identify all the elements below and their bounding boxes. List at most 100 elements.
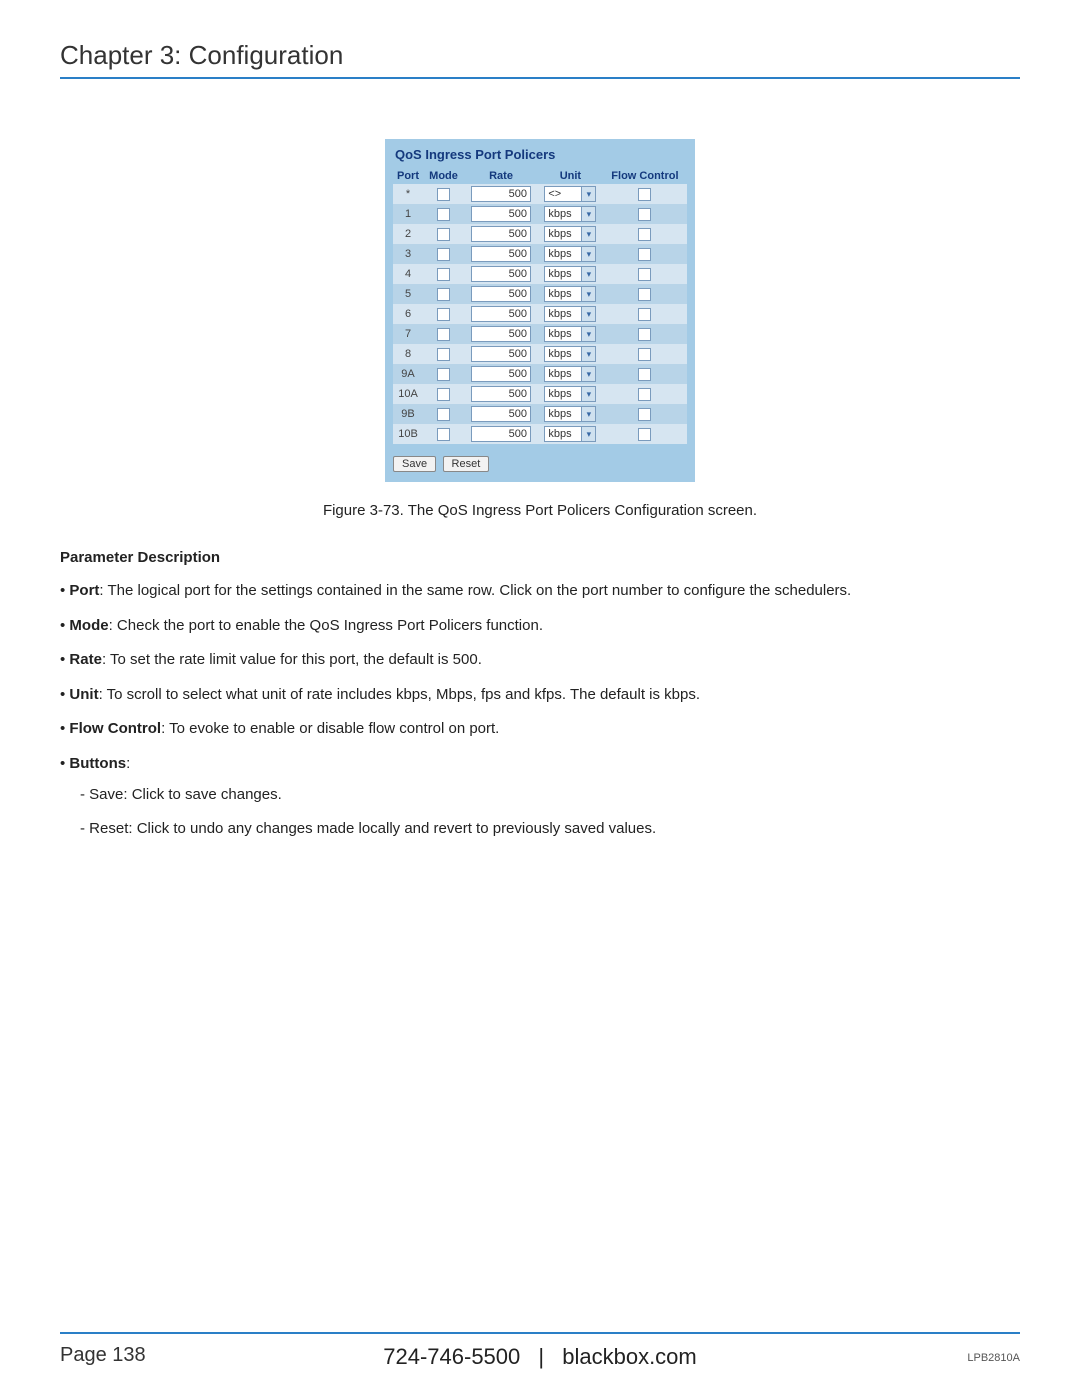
flowcontrol-checkbox[interactable]: [638, 268, 651, 281]
port-cell[interactable]: 7: [393, 324, 423, 344]
rate-input[interactable]: 500: [471, 346, 531, 362]
flowcontrol-checkbox[interactable]: [638, 308, 651, 321]
mode-checkbox[interactable]: [437, 388, 450, 401]
mode-checkbox[interactable]: [437, 428, 450, 441]
rate-input[interactable]: 500: [471, 426, 531, 442]
flowcontrol-checkbox[interactable]: [638, 228, 651, 241]
rate-input[interactable]: 500: [471, 266, 531, 282]
mode-checkbox[interactable]: [437, 268, 450, 281]
chapter-title: Chapter 3: Configuration: [60, 40, 1020, 71]
port-cell[interactable]: 5: [393, 284, 423, 304]
flowcontrol-checkbox[interactable]: [638, 388, 651, 401]
rate-input[interactable]: 500: [471, 306, 531, 322]
save-button[interactable]: Save: [393, 456, 436, 472]
flowcontrol-cell: [603, 204, 687, 224]
rate-input[interactable]: 500: [471, 326, 531, 342]
port-cell[interactable]: 6: [393, 304, 423, 324]
mode-checkbox[interactable]: [437, 368, 450, 381]
flowcontrol-checkbox[interactable]: [638, 248, 651, 261]
flowcontrol-cell: [603, 424, 687, 444]
qos-screenshot: QoS Ingress Port Policers Port Mode Rate…: [385, 139, 695, 482]
table-row: 5 500 kbps▾: [393, 284, 687, 304]
rate-input[interactable]: 500: [471, 186, 531, 202]
chevron-down-icon: ▾: [581, 407, 595, 421]
unit-select[interactable]: kbps▾: [544, 246, 596, 262]
unit-select[interactable]: kbps▾: [544, 406, 596, 422]
rate-input[interactable]: 500: [471, 406, 531, 422]
flowcontrol-checkbox[interactable]: [638, 288, 651, 301]
col-mode: Mode: [423, 168, 464, 184]
unit-cell: kbps▾: [538, 364, 603, 384]
unit-select[interactable]: kbps▾: [544, 226, 596, 242]
port-cell[interactable]: 1: [393, 204, 423, 224]
unit-select[interactable]: kbps▾: [544, 266, 596, 282]
port-cell[interactable]: 3: [393, 244, 423, 264]
mode-checkbox[interactable]: [437, 188, 450, 201]
chevron-down-icon: ▾: [581, 187, 595, 201]
rate-input[interactable]: 500: [471, 386, 531, 402]
buttons-sublist: Save: Click to save changes.Reset: Click…: [60, 783, 1020, 841]
flowcontrol-checkbox[interactable]: [638, 428, 651, 441]
rate-input[interactable]: 500: [471, 246, 531, 262]
table-row: 1 500 kbps▾: [393, 204, 687, 224]
mode-checkbox[interactable]: [437, 248, 450, 261]
unit-select[interactable]: kbps▾: [544, 346, 596, 362]
param-label: Flow Control: [69, 720, 161, 737]
unit-select[interactable]: kbps▾: [544, 306, 596, 322]
unit-select[interactable]: kbps▾: [544, 286, 596, 302]
unit-cell: kbps▾: [538, 224, 603, 244]
unit-select[interactable]: kbps▾: [544, 206, 596, 222]
sublist-item: Reset: Click to undo any changes made lo…: [80, 817, 1020, 841]
rate-cell: 500: [464, 224, 538, 244]
port-cell[interactable]: 4: [393, 264, 423, 284]
table-row: 3 500 kbps▾: [393, 244, 687, 264]
footer-phone: 724-746-5500: [383, 1344, 520, 1369]
flowcontrol-checkbox[interactable]: [638, 408, 651, 421]
param-item: Flow Control: To evoke to enable or disa…: [60, 718, 1020, 741]
mode-checkbox[interactable]: [437, 288, 450, 301]
unit-cell: kbps▾: [538, 424, 603, 444]
unit-select[interactable]: kbps▾: [544, 386, 596, 402]
chevron-down-icon: ▾: [581, 307, 595, 321]
unit-select[interactable]: kbps▾: [544, 326, 596, 342]
rate-input[interactable]: 500: [471, 226, 531, 242]
unit-cell: kbps▾: [538, 344, 603, 364]
port-cell[interactable]: 2: [393, 224, 423, 244]
reset-button[interactable]: Reset: [443, 456, 490, 472]
mode-checkbox[interactable]: [437, 408, 450, 421]
flowcontrol-checkbox[interactable]: [638, 188, 651, 201]
unit-select[interactable]: kbps▾: [544, 366, 596, 382]
port-cell[interactable]: *: [393, 184, 423, 204]
mode-checkbox[interactable]: [437, 308, 450, 321]
mode-checkbox[interactable]: [437, 228, 450, 241]
flowcontrol-checkbox[interactable]: [638, 328, 651, 341]
rate-cell: 500: [464, 344, 538, 364]
unit-cell: kbps▾: [538, 284, 603, 304]
table-row: 9B 500 kbps▾: [393, 404, 687, 424]
policer-table: Port Mode Rate Unit Flow Control *500<>▾…: [393, 168, 687, 444]
mode-checkbox[interactable]: [437, 328, 450, 341]
flowcontrol-cell: [603, 404, 687, 424]
rate-input[interactable]: 500: [471, 366, 531, 382]
unit-select[interactable]: <>▾: [544, 186, 596, 202]
rate-input[interactable]: 500: [471, 206, 531, 222]
flowcontrol-checkbox[interactable]: [638, 208, 651, 221]
rate-input[interactable]: 500: [471, 286, 531, 302]
mode-checkbox[interactable]: [437, 348, 450, 361]
flowcontrol-cell: [603, 324, 687, 344]
flowcontrol-checkbox[interactable]: [638, 368, 651, 381]
flowcontrol-checkbox[interactable]: [638, 348, 651, 361]
rate-cell: 500: [464, 424, 538, 444]
table-row: 9A 500 kbps▾: [393, 364, 687, 384]
mode-cell: [423, 344, 464, 364]
parameter-description-heading: Parameter Description: [60, 549, 1020, 566]
port-cell[interactable]: 10A: [393, 384, 423, 404]
port-cell[interactable]: 8: [393, 344, 423, 364]
port-cell[interactable]: 9A: [393, 364, 423, 384]
unit-select[interactable]: kbps▾: [544, 426, 596, 442]
port-cell[interactable]: 10B: [393, 424, 423, 444]
param-label: Buttons: [69, 755, 126, 772]
mode-checkbox[interactable]: [437, 208, 450, 221]
param-label: Unit: [69, 686, 98, 703]
port-cell[interactable]: 9B: [393, 404, 423, 424]
